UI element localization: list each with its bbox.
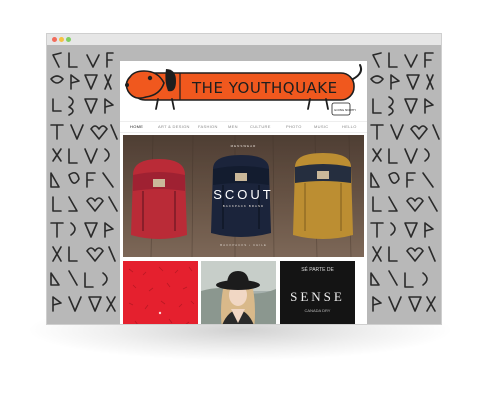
post-tile-red-pattern[interactable]	[123, 261, 198, 324]
nav-item-hello[interactable]: HELLO	[342, 124, 357, 129]
red-pattern-art	[128, 266, 195, 324]
nav-item-men[interactable]: MEN	[228, 124, 238, 129]
close-window-dot[interactable]	[52, 37, 57, 42]
sense-title-text: SENSE	[290, 289, 345, 304]
maximize-window-dot[interactable]	[66, 37, 71, 42]
nav-item-home[interactable]: HOME	[130, 124, 143, 129]
post-tile-sense[interactable]: SÉ PARTE DE SENSE CANADA DRY	[280, 261, 355, 324]
hero-subtitle: BACKPACK BRAND	[222, 204, 265, 208]
dachshund-logo[interactable]: THE YOUTHQUAKE GOING NORTH	[120, 61, 367, 121]
nav-item-art-design[interactable]: ART & DESIGN	[158, 124, 190, 129]
nav-item-photo[interactable]: PHOTO	[286, 124, 302, 129]
background-pattern: THE YOUTHQUAKE GOING NORTH HOME ART & DE…	[47, 45, 441, 324]
site-header: THE YOUTHQUAKE GOING NORTH	[120, 61, 367, 121]
post-tile-portrait[interactable]	[201, 261, 276, 324]
hero-tag: MENSWEAR	[230, 144, 257, 148]
sense-brand-text: CANADA DRY	[304, 308, 331, 313]
minimize-window-dot[interactable]	[59, 37, 64, 42]
main-navigation: HOME ART & DESIGN FASHION MEN CULTURE PH…	[120, 121, 367, 133]
nav-item-music[interactable]: MUSIC	[314, 124, 328, 129]
hero-title: SCOUT	[213, 187, 274, 202]
site-badge: GOING NORTH	[334, 108, 356, 112]
hero-banner[interactable]: MENSWEAR SCOUT BACKPACK BRAND BACKPACKS …	[123, 135, 364, 257]
hero-footer: BACKPACKS • CHILE	[220, 243, 267, 247]
nav-item-culture[interactable]: CULTURE	[250, 124, 271, 129]
sense-top-text: SÉ PARTE DE	[301, 267, 334, 273]
nav-item-fashion[interactable]: FASHION	[198, 124, 218, 129]
website-page: THE YOUTHQUAKE GOING NORTH HOME ART & DE…	[120, 61, 367, 324]
portrait-photo	[201, 261, 276, 324]
browser-window: THE YOUTHQUAKE GOING NORTH HOME ART & DE…	[46, 33, 442, 325]
site-title-text: THE YOUTHQUAKE	[191, 79, 338, 97]
